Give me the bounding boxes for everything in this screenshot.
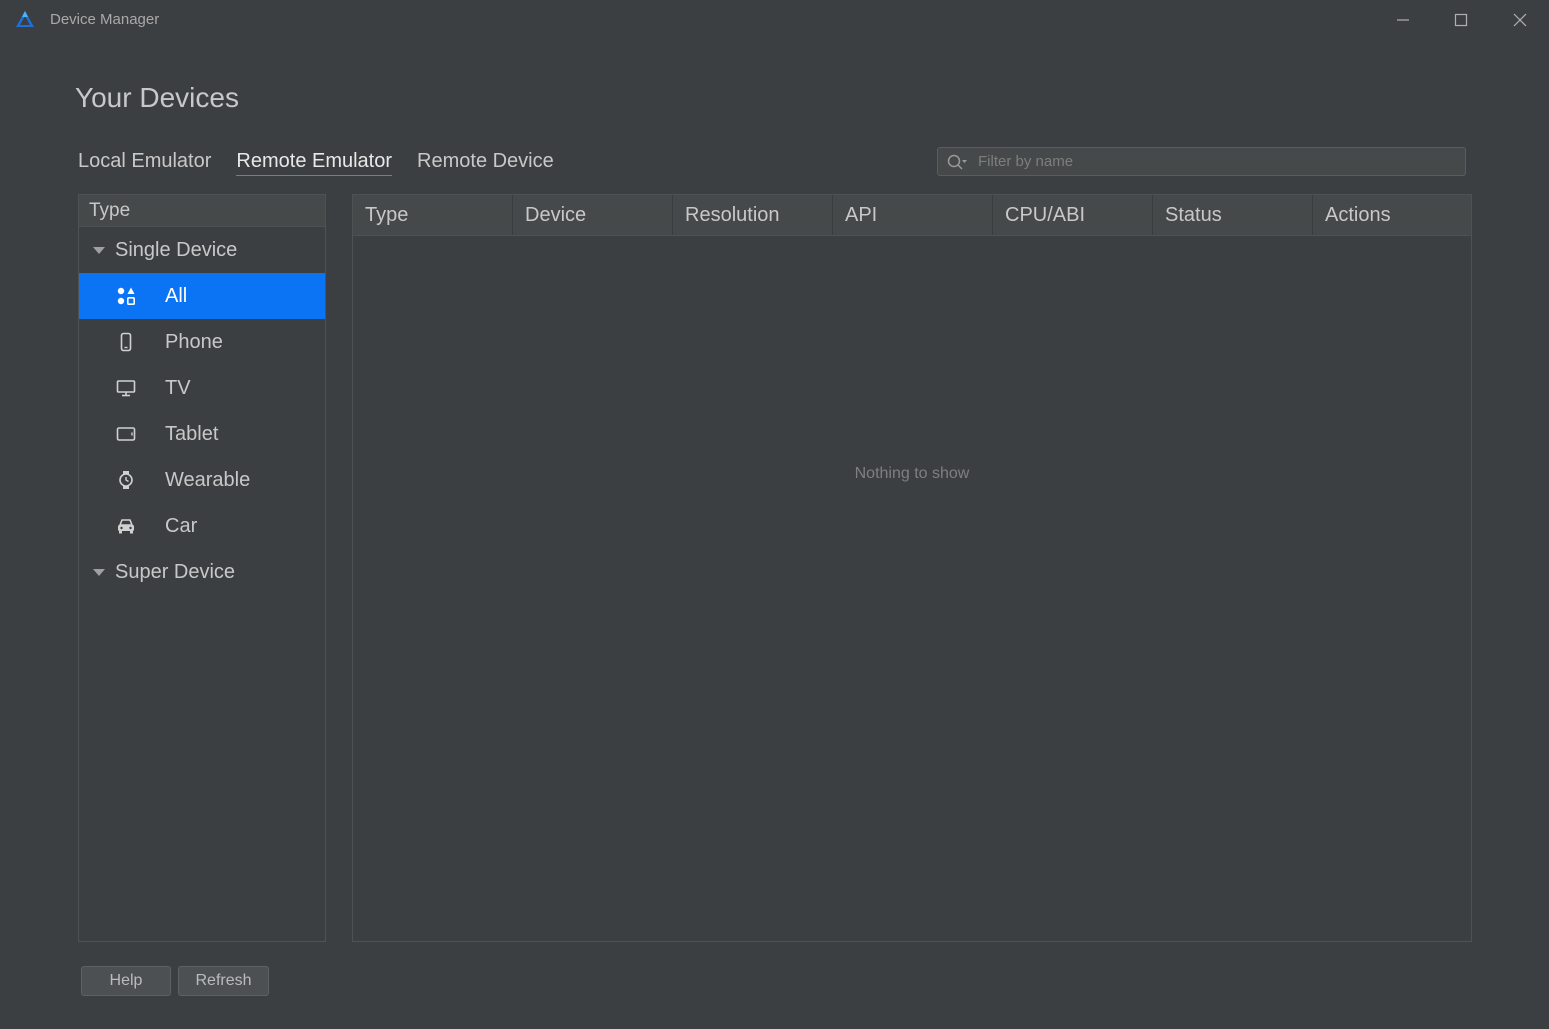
empty-table-message: Nothing to show [854, 465, 970, 482]
group-label: Single Device [115, 238, 238, 261]
refresh-button[interactable]: Refresh [178, 966, 269, 996]
type-item-all[interactable]: All [79, 273, 325, 319]
tv-icon [115, 377, 137, 399]
group-super-device[interactable]: Super Device [79, 549, 325, 595]
watch-icon [115, 469, 137, 491]
minimize-icon [1397, 19, 1409, 21]
group-single-device[interactable]: Single Device [79, 227, 325, 273]
harmony-logo-icon [16, 11, 34, 27]
search-icon[interactable] [946, 152, 972, 172]
type-item-car[interactable]: Car [79, 503, 325, 549]
tablet-icon [115, 423, 137, 445]
column-header-cpu-abi[interactable]: CPU/ABI [993, 195, 1153, 235]
car-icon [115, 515, 137, 537]
title-bar: Device Manager [0, 0, 1549, 40]
maximize-icon [1454, 13, 1468, 27]
column-header-resolution[interactable]: Resolution [673, 195, 833, 235]
type-item-label: Wearable [165, 468, 251, 491]
type-item-label: TV [165, 376, 191, 399]
type-item-tablet[interactable]: Tablet [79, 411, 325, 457]
window-title: Device Manager [50, 11, 160, 28]
page-title: Your Devices [75, 82, 239, 113]
type-item-tv[interactable]: TV [79, 365, 325, 411]
type-item-label: Tablet [165, 422, 219, 445]
type-item-wearable[interactable]: Wearable [79, 457, 325, 503]
column-header-status[interactable]: Status [1153, 195, 1313, 235]
maximize-button[interactable] [1441, 6, 1481, 34]
type-item-phone[interactable]: Phone [79, 319, 325, 365]
type-item-label: All [165, 284, 188, 307]
tab-remote-device[interactable]: Remote Device [417, 150, 554, 176]
table-header: Type Device Resolution API CPU/ABI Statu… [353, 195, 1471, 236]
column-header-type[interactable]: Type [353, 195, 513, 235]
search-box [937, 147, 1466, 176]
close-icon [1513, 13, 1527, 27]
column-header-actions[interactable]: Actions [1313, 195, 1471, 235]
tab-remote-emulator[interactable]: Remote Emulator [236, 150, 393, 176]
help-button[interactable]: Help [81, 966, 171, 996]
device-table: Type Device Resolution API CPU/ABI Statu… [352, 194, 1472, 942]
device-tabs: Local Emulator Remote Emulator Remote De… [78, 150, 579, 176]
type-item-label: Phone [165, 330, 223, 353]
device-type-panel: Type Single Device All Phone TV Tablet W… [78, 194, 326, 942]
caret-down-icon[interactable] [93, 568, 105, 576]
phone-icon [115, 331, 137, 353]
tab-local-emulator[interactable]: Local Emulator [78, 150, 211, 176]
type-item-label: Car [165, 514, 198, 537]
grid-shapes-icon [115, 285, 137, 307]
close-button[interactable] [1500, 6, 1540, 34]
column-header-device[interactable]: Device [513, 195, 673, 235]
column-header-api[interactable]: API [833, 195, 993, 235]
search-input[interactable] [976, 152, 1465, 171]
type-panel-header: Type [79, 195, 325, 227]
group-label: Super Device [115, 560, 236, 583]
caret-down-icon[interactable] [93, 246, 105, 254]
minimize-button[interactable] [1383, 6, 1423, 34]
